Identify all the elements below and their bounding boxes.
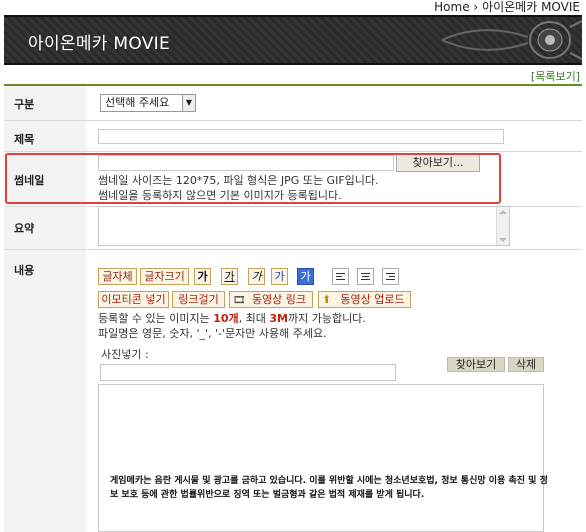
content-editor[interactable] — [98, 384, 544, 532]
category-selected: 선택해 주세요 — [105, 96, 170, 109]
breadcrumb: Home › 아이온메카 MOVIE — [434, 0, 580, 14]
font-family-button[interactable]: 글자체 — [98, 268, 137, 285]
summary-row: 요약 — [4, 206, 582, 250]
page-banner: 아이온메카 MOVIE — [4, 15, 582, 65]
link-button[interactable]: 링크걸기 — [172, 291, 225, 308]
ornament-icon — [441, 20, 582, 60]
bg-color-button[interactable]: 가 — [297, 268, 314, 285]
align-right-icon[interactable] — [382, 268, 399, 285]
category-label: 구분 — [14, 98, 35, 111]
image-limit-text-a: 등록할 수 있는 이미지는 — [98, 312, 214, 325]
photo-delete-button[interactable]: 삭제 — [508, 357, 544, 372]
summary-textarea[interactable] — [98, 206, 510, 246]
video-upload-button[interactable]: ⬆ 동영상 업로드 — [318, 291, 411, 308]
summary-scrollbar[interactable] — [496, 207, 509, 245]
filename-note: 파일명은 영문, 숫자, '_', '-'문자만 사용해 주세요. — [98, 327, 327, 340]
title-input[interactable] — [98, 129, 504, 144]
image-limit-text-e: 까지 가능합니다. — [287, 312, 366, 325]
breadcrumb-separator: › — [473, 0, 479, 14]
category-row: 구분 선택해 주세요 ▼ — [4, 86, 582, 121]
posting-notice: 게임메카는 음란 게시물 및 광고를 금하고 있습니다. 이를 위반할 시에는 … — [110, 476, 548, 500]
chevron-down-icon: ▼ — [182, 95, 195, 111]
video-link-icon: 🎞 — [233, 295, 246, 306]
banner-title: 아이온메카 MOVIE — [28, 34, 171, 54]
list-view-link[interactable]: [목록보기] — [531, 68, 580, 84]
italic-button[interactable]: 가 — [248, 268, 265, 285]
breadcrumb-current: 아이온메카 MOVIE — [482, 0, 580, 14]
image-limit-note: 등록할 수 있는 이미지는 10개, 최대 3M까지 가능합니다. — [98, 311, 366, 326]
text-color-button[interactable]: 가 — [271, 268, 288, 285]
align-left-icon[interactable] — [332, 268, 349, 285]
video-link-label: 동영상 링크 — [251, 293, 307, 306]
content-label-cell: 내용 — [4, 250, 86, 532]
video-link-button[interactable]: 🎞 동영상 링크 — [229, 291, 313, 308]
title-label: 제목 — [14, 133, 35, 146]
photo-browse-button[interactable]: 찾아보기 — [447, 357, 505, 372]
bold-button[interactable]: 가 — [194, 268, 211, 285]
video-upload-label: 동영상 업로드 — [340, 293, 405, 306]
highlight-box — [5, 153, 501, 204]
image-limit-count: 10개 — [213, 312, 239, 325]
content-label: 내용 — [14, 264, 35, 277]
summary-label-cell: 요약 — [4, 207, 86, 249]
summary-label: 요약 — [14, 222, 35, 235]
category-select[interactable]: 선택해 주세요 ▼ — [100, 94, 196, 112]
category-label-cell: 구분 — [4, 86, 86, 120]
scroll-up-icon — [499, 210, 507, 214]
scroll-down-icon — [499, 238, 507, 242]
image-limit-size: 3M — [269, 312, 288, 325]
font-size-button[interactable]: 글자크기 — [140, 268, 189, 285]
image-limit-text-c: , 최대 — [238, 312, 270, 325]
title-row: 제목 — [4, 121, 582, 152]
photo-file-input[interactable] — [100, 364, 396, 381]
underline-button[interactable]: 가 — [221, 268, 238, 285]
title-label-cell: 제목 — [4, 121, 86, 151]
breadcrumb-home[interactable]: Home — [434, 0, 469, 14]
emoticon-button[interactable]: 이모티콘 넣기 — [98, 291, 169, 308]
align-center-icon[interactable] — [357, 268, 374, 285]
photo-label: 사진넣기 : — [101, 348, 149, 361]
upload-icon: ⬆ — [322, 293, 332, 306]
